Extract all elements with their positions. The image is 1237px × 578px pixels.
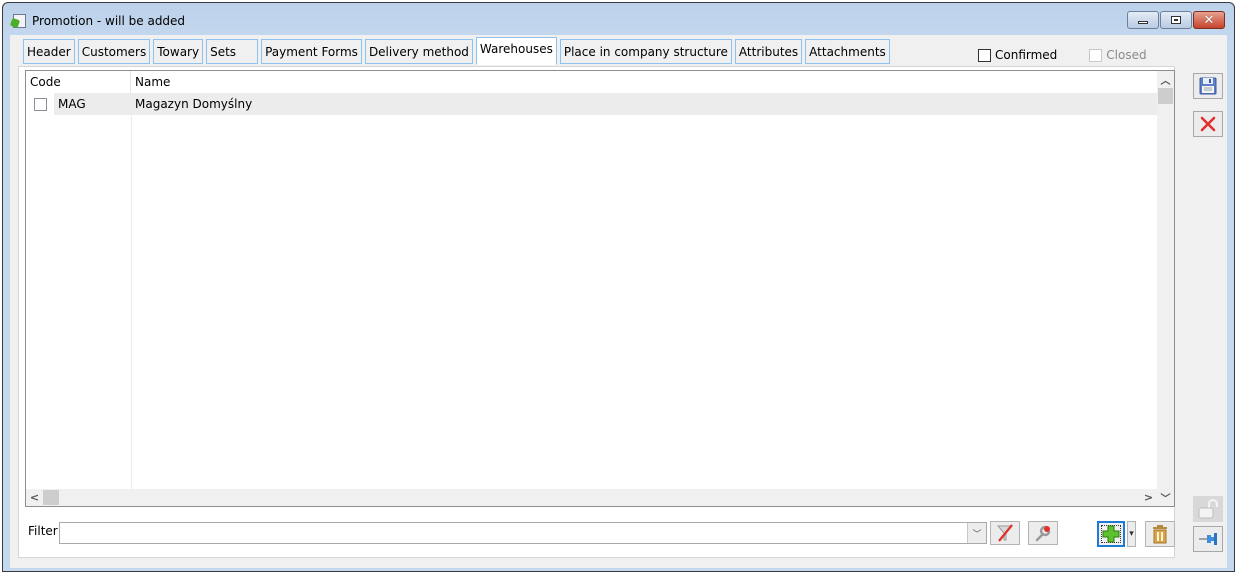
row-checkbox-box[interactable] — [33, 97, 47, 111]
row-code-cell: MAG — [54, 93, 131, 115]
tab-attributes[interactable]: Attributes — [734, 39, 803, 64]
minimize-icon — [1138, 21, 1148, 24]
minimize-button[interactable] — [1127, 11, 1159, 29]
row-checkbox[interactable] — [26, 93, 54, 115]
grid-header: Code Name — [26, 71, 1159, 93]
pushpin-icon — [1199, 533, 1217, 545]
row-name-cell: Magazyn Domyślny — [131, 93, 1159, 115]
filter-label: Filter — [28, 524, 58, 538]
green-plus-icon — [1102, 525, 1120, 543]
chevron-down-icon: ﹀ — [972, 529, 982, 540]
column-divider — [131, 93, 132, 489]
filter-dropdown-button[interactable]: ﹀ — [967, 523, 986, 543]
scroll-up-icon[interactable]: ︿ — [1157, 71, 1174, 88]
confirmed-checkbox[interactable]: Confirmed — [978, 48, 1057, 62]
horizontal-scrollbar[interactable]: < > ﹀ — [26, 489, 1174, 506]
status-checkboxes: Confirmed Closed — [978, 48, 1147, 62]
tab-customers[interactable]: Customers — [77, 39, 151, 64]
column-header-name[interactable]: Name — [131, 71, 1159, 93]
tab-towary[interactable]: Towary — [153, 39, 204, 64]
tab-delivery-method[interactable]: Delivery method — [364, 39, 473, 64]
red-x-icon — [1200, 116, 1216, 132]
closed-checkbox: Closed — [1089, 48, 1147, 62]
warehouses-panel: Code Name MAG Magazyn Domyślny ︿ < > ﹀ F… — [18, 66, 1175, 558]
dropdown-arrow-icon: ▾ — [1129, 529, 1134, 539]
padlock-open-icon — [1198, 499, 1218, 519]
unlock-button[interactable] — [1193, 496, 1223, 522]
tab-payment-forms[interactable]: Payment Forms — [261, 39, 362, 64]
tab-attachments[interactable]: Attachments — [805, 39, 890, 64]
tab-strip: Header Customers Towary Sets Payment For… — [23, 37, 890, 65]
filter-input[interactable] — [59, 522, 987, 544]
closed-checkbox-box — [1089, 48, 1103, 62]
closed-label: Closed — [1106, 48, 1147, 62]
add-button[interactable] — [1097, 521, 1125, 547]
window-controls: ✕ — [1127, 11, 1225, 29]
warehouses-grid: Code Name MAG Magazyn Domyślny ︿ < > ﹀ — [25, 70, 1175, 507]
tab-place-in-company-structure[interactable]: Place in company structure — [559, 39, 732, 64]
confirmed-label: Confirmed — [995, 48, 1058, 62]
tab-sets[interactable]: Sets — [206, 39, 259, 64]
horizontal-scroll-thumb[interactable] — [43, 490, 59, 505]
trash-icon — [1153, 525, 1167, 544]
clear-filter-button[interactable] — [990, 521, 1020, 545]
save-button[interactable] — [1193, 73, 1223, 99]
configure-filter-button[interactable] — [1028, 521, 1058, 545]
wrench-icon — [1035, 525, 1051, 542]
title-bar[interactable]: Promotion - will be added ✕ — [3, 3, 1234, 37]
scroll-right-icon[interactable]: > — [1140, 489, 1157, 506]
close-button[interactable]: ✕ — [1193, 11, 1225, 29]
close-icon: ✕ — [1203, 12, 1215, 28]
column-header-code[interactable]: Code — [26, 71, 131, 93]
vertical-scroll-thumb[interactable] — [1158, 88, 1173, 104]
vertical-scrollbar[interactable]: ︿ — [1157, 71, 1174, 489]
funnel-clear-icon — [996, 524, 1014, 542]
table-row[interactable]: MAG Magazyn Domyślny — [26, 93, 1159, 115]
cancel-button[interactable] — [1193, 111, 1223, 137]
floppy-disk-icon — [1199, 77, 1217, 95]
window-client-area: Header Customers Towary Sets Payment For… — [10, 35, 1227, 568]
confirmed-checkbox-box[interactable] — [978, 48, 991, 62]
window-title: Promotion - will be added — [32, 14, 186, 28]
scroll-down-icon[interactable]: ﹀ — [1157, 489, 1174, 506]
scroll-left-icon[interactable]: < — [26, 489, 43, 506]
grid-body: MAG Magazyn Domyślny — [26, 93, 1159, 489]
maximize-icon — [1171, 16, 1181, 24]
maximize-button[interactable] — [1160, 11, 1192, 29]
tab-header[interactable]: Header — [23, 39, 75, 64]
pin-button[interactable] — [1193, 526, 1223, 552]
delete-button[interactable] — [1145, 521, 1175, 547]
promotion-window: Promotion - will be added ✕ Header Custo… — [2, 2, 1235, 572]
add-dropdown-button[interactable]: ▾ — [1127, 521, 1136, 547]
app-icon — [13, 14, 26, 28]
tab-warehouses[interactable]: Warehouses — [475, 37, 557, 65]
